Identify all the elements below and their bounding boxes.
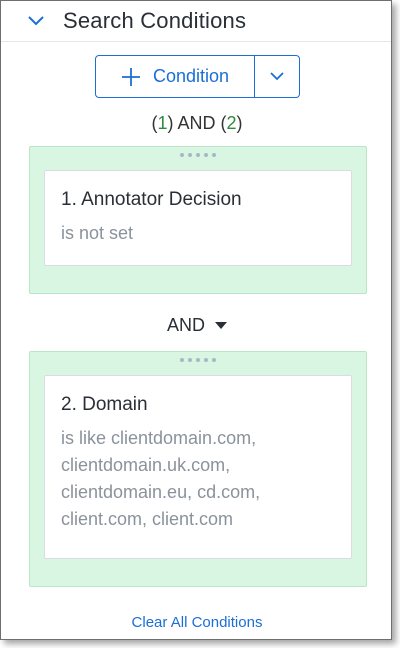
chevron-down-icon[interactable] (27, 11, 47, 31)
add-condition-label: Condition (152, 66, 230, 86)
logic-paren: ) (236, 113, 243, 133)
condition-description: is like clientdomain.com, clientdomain.u… (61, 425, 335, 533)
condition-title: 1. Annotator Decision (61, 189, 242, 210)
condition-title: 2. Domain (61, 394, 148, 415)
condition-card-1[interactable]: 1. Annotator Decision is not set (44, 170, 352, 266)
chevron-down-icon (269, 68, 285, 86)
logic-expression: (1) AND (2) (1, 113, 393, 134)
add-condition-button[interactable]: Condition (95, 55, 255, 98)
drag-handle-icon[interactable] (30, 153, 366, 157)
condition-description: is not set (61, 223, 134, 243)
drag-handle-icon[interactable] (30, 358, 366, 362)
condition-group-1[interactable]: 1. Annotator Decision is not set (29, 146, 367, 294)
group-operator-dropdown[interactable]: AND (1, 315, 393, 336)
plus-icon (121, 67, 141, 87)
condition-description-line: clientdomain.eu, cd.com, (61, 482, 261, 502)
clear-all-conditions-link[interactable]: Clear All Conditions (1, 614, 393, 631)
add-condition-group: Condition (95, 55, 300, 98)
condition-description-line: clientdomain.uk.com, (61, 455, 231, 475)
search-conditions-panel: Search Conditions Condition (1) AND (2) … (0, 0, 392, 640)
condition-card-2[interactable]: 2. Domain is like clientdomain.com, clie… (44, 375, 352, 559)
group-operator-label: AND (166, 315, 205, 335)
logic-operator: AND (173, 113, 221, 133)
condition-description-line: client.com, client.com (61, 509, 234, 529)
condition-description-line: is like clientdomain.com, (61, 428, 257, 448)
logic-number-2: 2 (226, 113, 237, 133)
condition-group-2[interactable]: 2. Domain is like clientdomain.com, clie… (29, 351, 367, 587)
caret-down-icon (215, 321, 227, 330)
add-condition-menu-button[interactable] (255, 55, 300, 98)
panel-title: Search Conditions (63, 8, 247, 33)
logic-number-1: 1 (157, 113, 168, 133)
panel-header[interactable]: Search Conditions (1, 1, 391, 42)
